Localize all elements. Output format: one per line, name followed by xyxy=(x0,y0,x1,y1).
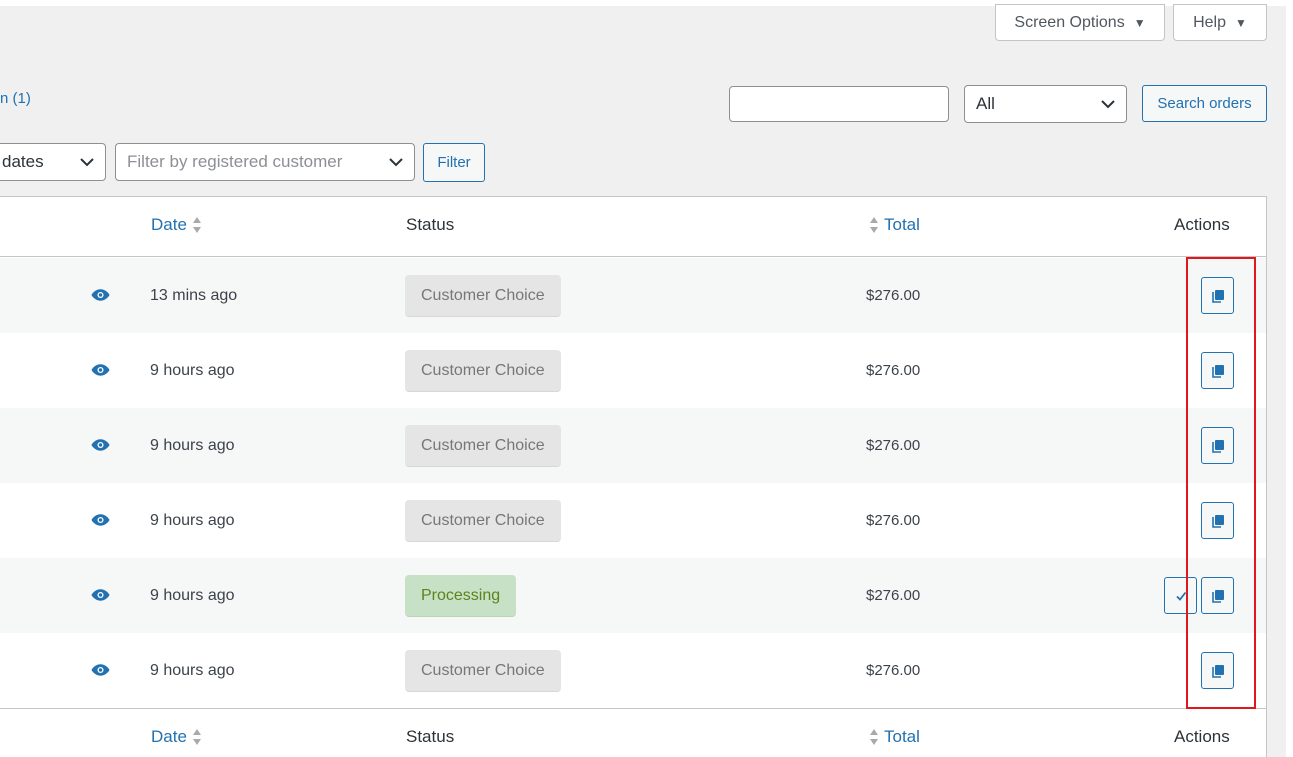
status-badge: Customer Choice xyxy=(405,425,561,467)
copy-icon xyxy=(1211,439,1224,453)
copy-order-button[interactable] xyxy=(1201,277,1234,314)
copy-order-button[interactable] xyxy=(1201,427,1234,464)
column-date-label: Date xyxy=(151,727,187,746)
eye-icon[interactable] xyxy=(91,288,110,302)
copy-icon xyxy=(1211,289,1224,303)
order-total: $276.00 xyxy=(866,437,921,454)
order-total: $276.00 xyxy=(866,587,921,604)
filter-label: Filter xyxy=(437,154,471,171)
status-view-link[interactable]: n (1) xyxy=(0,90,31,107)
order-total: $276.00 xyxy=(866,287,921,304)
column-date[interactable]: Date xyxy=(151,727,203,747)
column-total-label: Total xyxy=(884,727,920,746)
complete-order-button[interactable] xyxy=(1164,577,1197,614)
help-button[interactable]: Help ▼ xyxy=(1173,4,1267,41)
table-header: Date Status Total Actions xyxy=(0,197,1266,257)
table-row[interactable]: 9 hours ago Customer Choice $276.00 xyxy=(0,408,1266,483)
customer-filter-placeholder: Filter by registered customer xyxy=(127,152,343,171)
dates-filter-value: dates xyxy=(2,152,44,171)
order-date: 9 hours ago xyxy=(150,437,235,454)
column-actions: Actions xyxy=(1174,727,1230,747)
copy-order-button[interactable] xyxy=(1201,577,1234,614)
order-date: 13 mins ago xyxy=(150,287,238,304)
status-badge: Processing xyxy=(405,575,517,617)
dates-filter-select[interactable]: dates xyxy=(0,143,106,181)
column-status-label: Status xyxy=(406,727,455,746)
sort-icon xyxy=(870,729,878,745)
chevron-down-icon xyxy=(1101,100,1115,109)
screen-options-label: Screen Options xyxy=(1014,13,1125,31)
triangle-down-icon: ▼ xyxy=(1133,15,1146,30)
eye-icon[interactable] xyxy=(91,513,110,527)
status-badge: Customer Choice xyxy=(405,275,561,317)
table-row[interactable]: 9 hours ago Customer Choice $276.00 xyxy=(0,333,1266,408)
column-actions: Actions xyxy=(1174,215,1230,235)
sort-icon xyxy=(192,217,201,233)
column-date[interactable]: Date xyxy=(151,215,203,235)
copy-icon xyxy=(1211,364,1224,378)
search-orders-label: Search orders xyxy=(1157,95,1252,112)
column-status: Status xyxy=(406,727,454,747)
column-total-label: Total xyxy=(884,215,920,234)
table-footer: Date Status Total Actions xyxy=(0,708,1266,757)
copy-icon xyxy=(1211,664,1224,678)
search-orders-button[interactable]: Search orders xyxy=(1142,85,1267,122)
copy-order-button[interactable] xyxy=(1201,652,1234,689)
column-total[interactable]: Total xyxy=(868,215,920,235)
copy-order-button[interactable] xyxy=(1201,502,1234,539)
search-type-select[interactable]: All xyxy=(964,85,1127,123)
filter-button[interactable]: Filter xyxy=(423,143,485,182)
eye-icon[interactable] xyxy=(91,438,110,452)
eye-icon[interactable] xyxy=(91,663,110,677)
table-row[interactable]: 9 hours ago Customer Choice $276.00 xyxy=(0,633,1266,708)
copy-icon xyxy=(1211,514,1224,528)
column-status-label: Status xyxy=(406,215,455,234)
sort-icon xyxy=(870,217,878,233)
order-date: 9 hours ago xyxy=(150,512,235,529)
order-date: 9 hours ago xyxy=(150,362,235,379)
chevron-down-icon xyxy=(389,158,403,167)
orders-table: Date Status Total Actions 13 mins ago Cu… xyxy=(0,196,1267,757)
copy-order-button[interactable] xyxy=(1201,352,1234,389)
order-date: 9 hours ago xyxy=(150,662,235,679)
status-badge: Customer Choice xyxy=(405,500,561,542)
status-badge: Customer Choice xyxy=(405,650,561,692)
order-total: $276.00 xyxy=(866,512,921,529)
chevron-down-icon xyxy=(80,158,94,167)
search-type-value: All xyxy=(976,94,995,113)
search-orders-input[interactable] xyxy=(729,86,949,122)
column-status: Status xyxy=(406,215,454,235)
column-date-label: Date xyxy=(151,215,187,234)
column-actions-label: Actions xyxy=(1174,215,1230,234)
help-label: Help xyxy=(1193,13,1226,31)
triangle-down-icon: ▼ xyxy=(1235,15,1247,30)
sort-icon xyxy=(192,729,201,745)
screen-options-button[interactable]: Screen Options ▼ xyxy=(995,4,1165,41)
order-total: $276.00 xyxy=(866,362,921,379)
order-date: 9 hours ago xyxy=(150,587,235,604)
status-views[interactable]: n (1) xyxy=(0,90,31,107)
copy-icon xyxy=(1211,589,1224,603)
table-row[interactable]: 9 hours ago Processing $276.00 xyxy=(0,558,1266,633)
column-actions-label: Actions xyxy=(1174,727,1230,746)
check-icon xyxy=(1175,591,1186,601)
order-total: $276.00 xyxy=(866,662,921,679)
table-row[interactable]: 13 mins ago Customer Choice $276.00 xyxy=(0,258,1266,333)
status-badge: Customer Choice xyxy=(405,350,561,392)
scrollbar-track[interactable] xyxy=(1286,0,1293,757)
column-total[interactable]: Total xyxy=(868,727,920,747)
table-row[interactable]: 9 hours ago Customer Choice $276.00 xyxy=(0,483,1266,558)
customer-filter-select[interactable]: Filter by registered customer xyxy=(115,143,415,181)
eye-icon[interactable] xyxy=(91,588,110,602)
eye-icon[interactable] xyxy=(91,363,110,377)
